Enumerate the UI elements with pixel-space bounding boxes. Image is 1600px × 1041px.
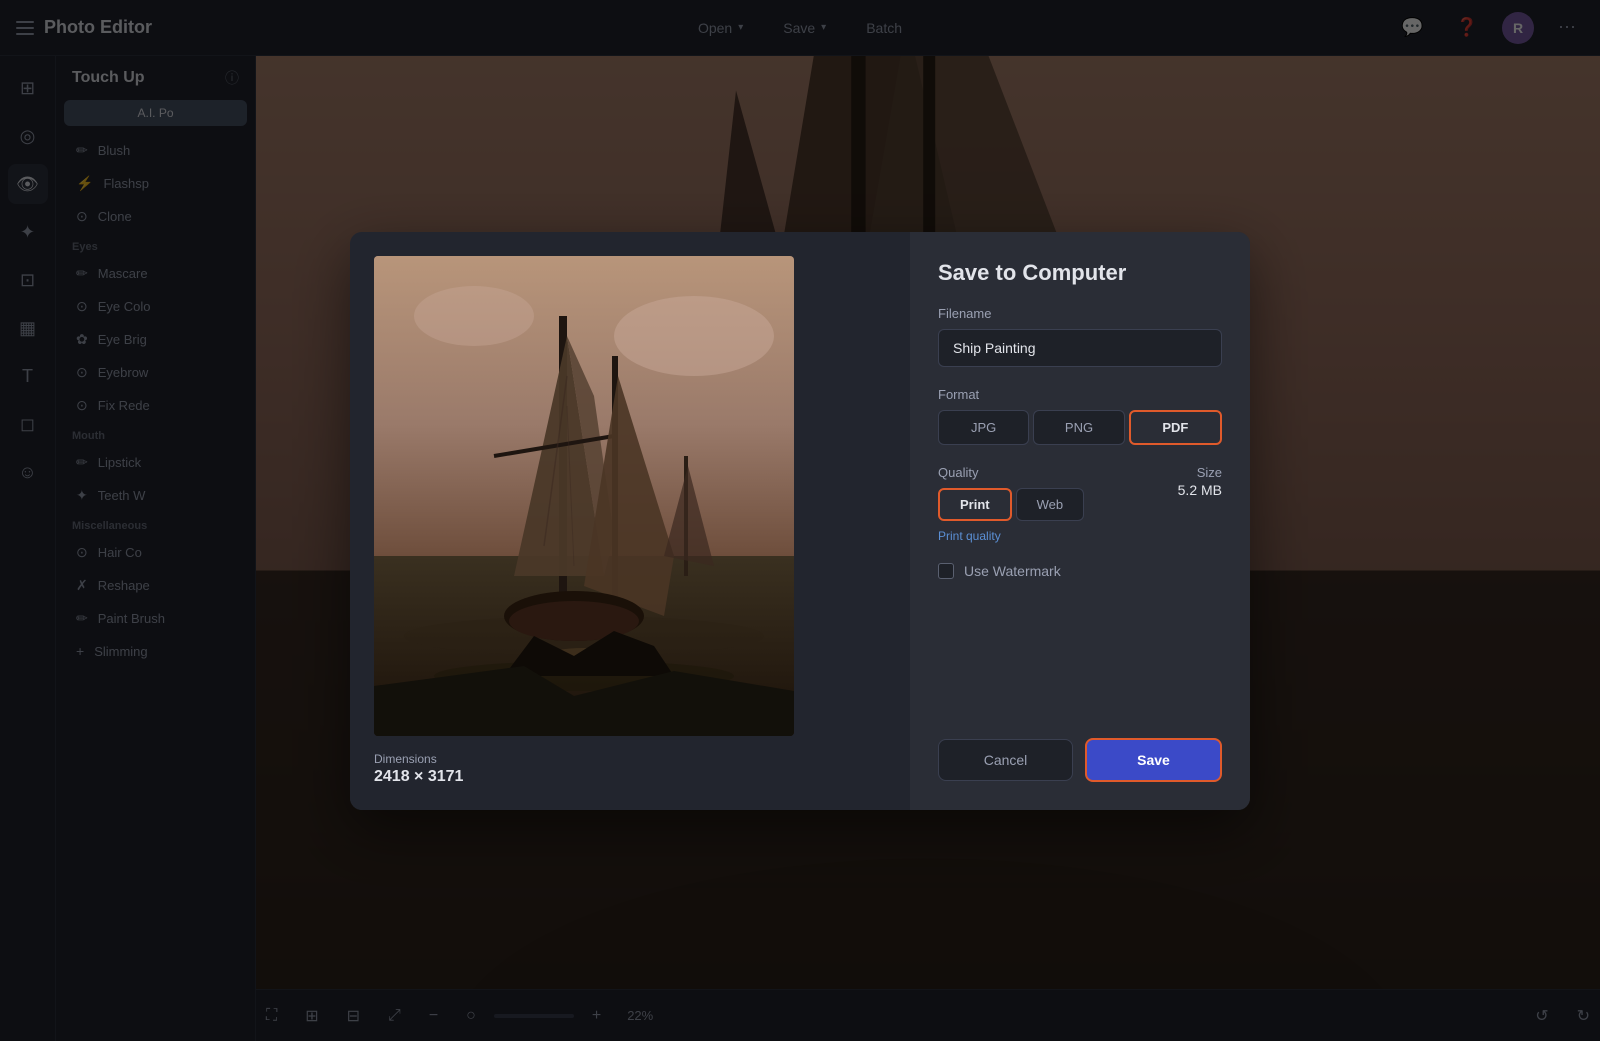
modal-dimensions: Dimensions 2418 × 3171: [374, 752, 886, 786]
modal-left: Dimensions 2418 × 3171: [350, 232, 910, 810]
filename-input[interactable]: [938, 329, 1222, 367]
format-png-button[interactable]: PNG: [1033, 410, 1124, 445]
quality-label: Quality: [938, 465, 1084, 480]
filename-label: Filename: [938, 306, 1222, 321]
quality-link[interactable]: Print quality: [938, 529, 1084, 543]
quality-left: Quality Print Web Print quality: [938, 465, 1084, 543]
modal-title: Save to Computer: [938, 260, 1222, 286]
format-group: Format JPG PNG PDF: [938, 387, 1222, 445]
size-label: Size: [1178, 465, 1222, 480]
watermark-label: Use Watermark: [964, 563, 1061, 579]
modal-preview-image: [374, 256, 794, 736]
modal-right: Save to Computer Filename Format JPG PNG: [910, 232, 1250, 810]
size-info: Size 5.2 MB: [1178, 465, 1222, 498]
format-pdf-button[interactable]: PDF: [1129, 410, 1222, 445]
format-buttons: JPG PNG PDF: [938, 410, 1222, 445]
preview-svg: [374, 256, 794, 736]
watermark-checkbox[interactable]: [938, 563, 954, 579]
filename-group: Filename: [938, 306, 1222, 367]
modal-overlay: Dimensions 2418 × 3171 Save to Computer …: [0, 0, 1600, 1041]
format-jpg-button[interactable]: JPG: [938, 410, 1029, 445]
cancel-button[interactable]: Cancel: [938, 739, 1073, 781]
quality-print-button[interactable]: Print: [938, 488, 1012, 521]
spacer: [938, 599, 1222, 718]
format-label: Format: [938, 387, 1222, 402]
quality-buttons: Print Web: [938, 488, 1084, 521]
modal-footer: Cancel Save: [938, 738, 1222, 782]
save-button[interactable]: Save: [1085, 738, 1222, 782]
modal-container: Dimensions 2418 × 3171 Save to Computer …: [350, 232, 1250, 810]
dimensions-value: 2418 × 3171: [374, 768, 886, 786]
watermark-row: Use Watermark: [938, 563, 1222, 579]
size-value: 5.2 MB: [1178, 482, 1222, 498]
quality-web-button[interactable]: Web: [1016, 488, 1085, 521]
quality-size-row: Quality Print Web Print quality Size 5.2…: [938, 465, 1222, 543]
dimensions-label: Dimensions: [374, 752, 886, 766]
